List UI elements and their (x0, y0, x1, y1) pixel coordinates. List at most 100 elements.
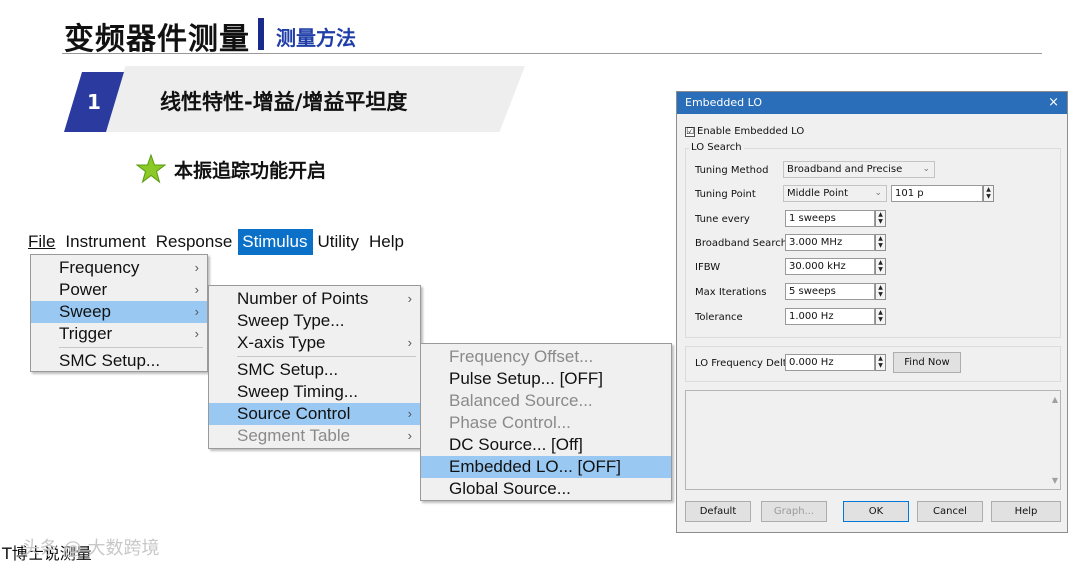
tune-every-label: Tune every (695, 214, 750, 225)
scroll-down-icon[interactable]: ▼ (1052, 476, 1058, 485)
scroll-up-icon[interactable]: ▲ (1052, 395, 1058, 404)
menu-file-label: File (28, 232, 56, 251)
menu-item-number-of-points[interactable]: Number of Points › (209, 288, 420, 310)
spinner-icon[interactable]: ▲ ▼ (875, 283, 886, 300)
stimulus-menu: Frequency › Power › Sweep › Trigger › SMC Se… (30, 254, 208, 372)
menu-item-dc-source[interactable]: DC Source... [Off] (421, 434, 671, 456)
broadband-search-field[interactable]: 3.000 MHz (785, 234, 875, 251)
bullet-line: 本振追踪功能开启 (136, 154, 326, 184)
menu-item-trigger[interactable]: Trigger › (31, 323, 207, 345)
menu-instrument[interactable]: Instrument (61, 229, 151, 255)
menu-response[interactable]: Response (152, 229, 239, 255)
ifbw-label: IFBW (695, 262, 721, 273)
find-now-button[interactable]: Find Now (893, 352, 961, 373)
ok-button[interactable]: OK (843, 501, 909, 522)
menu-help[interactable]: Help (365, 229, 410, 255)
submenu-arrow-icon: › (407, 335, 412, 350)
enable-embedded-lo-label: Enable Embedded LO (697, 126, 805, 137)
watermark-overlay: 头条 @ 大数跨境 (22, 538, 160, 559)
lo-search-label: LO Search (689, 142, 744, 153)
menu-item-power[interactable]: Power › (31, 279, 207, 301)
embedded-lo-dialog: Embedded LO × ☑ Enable Embedded LO LO Se… (676, 91, 1068, 533)
menu-separator (237, 356, 416, 357)
help-button[interactable]: Help (991, 501, 1061, 522)
tolerance-field[interactable]: 1.000 Hz (785, 308, 875, 325)
menu-item-smc-setup[interactable]: SMC Setup... (31, 350, 207, 372)
menu-bar: File Instrument Response Stimulus Utilit… (24, 229, 410, 255)
close-icon[interactable]: × (1048, 92, 1059, 114)
enable-embedded-lo[interactable]: ☑ Enable Embedded LO (685, 126, 804, 137)
slide-title: 变频器件测量 (64, 22, 250, 57)
submenu-arrow-icon: › (407, 291, 412, 306)
tuning-point-count-field[interactable]: 101 p (891, 185, 983, 202)
menu-item-frequency-offset[interactable]: Frequency Offset... (421, 346, 671, 368)
graph-button[interactable]: Graph... (761, 501, 827, 522)
tuning-point-select[interactable]: Middle Point ⌄ (783, 185, 887, 202)
menu-item-label: Number of Points (237, 289, 369, 308)
tune-every-field[interactable]: 1 sweeps (785, 210, 875, 227)
menu-item-label: Segment Table (237, 426, 351, 445)
watermark-prefix: T (2, 544, 12, 563)
menu-utility[interactable]: Utility (313, 229, 365, 255)
menu-item-x-axis-type[interactable]: X-axis Type › (209, 332, 420, 354)
section-banner: 1 线性特性-增益/增益平坦度 (60, 66, 530, 132)
spinner-icon[interactable]: ▲ ▼ (875, 234, 886, 251)
menu-item-frequency[interactable]: Frequency › (31, 257, 207, 279)
menu-item-segment-table[interactable]: Segment Table › (209, 425, 420, 447)
ifbw-field[interactable]: 30.000 kHz (785, 258, 875, 275)
max-iterations-label: Max Iterations (695, 287, 767, 298)
menu-item-label: Power (59, 280, 108, 299)
menu-item-sweep-timing[interactable]: Sweep Timing... (209, 381, 420, 403)
bullet-text: 本振追踪功能开启 (174, 159, 327, 182)
checkbox-icon[interactable]: ☑ (685, 126, 695, 137)
title-divider (258, 18, 264, 50)
chevron-down-icon: ⌄ (874, 188, 882, 198)
cancel-button[interactable]: Cancel (917, 501, 983, 522)
menu-stimulus[interactable]: Stimulus (238, 229, 314, 255)
slide-subtitle: 测量方法 (276, 26, 356, 50)
spinner-icon[interactable]: ▲ ▼ (875, 308, 886, 325)
menu-item-phase-control[interactable]: Phase Control... (421, 412, 671, 434)
dialog-titlebar: Embedded LO × (677, 92, 1067, 114)
submenu-arrow-icon: › (194, 304, 199, 319)
spinner-icon[interactable]: ▲ ▼ (875, 354, 886, 371)
menu-item-pulse-setup[interactable]: Pulse Setup... [OFF] (421, 368, 671, 390)
menu-item-global-source[interactable]: Global Source... (421, 478, 671, 500)
status-text-area[interactable]: ▲ ▼ (685, 390, 1061, 490)
menu-item-embedded-lo[interactable]: Embedded LO... [OFF] (421, 456, 671, 478)
menu-item-label: X-axis Type (237, 333, 326, 352)
menu-item-label: Sweep (59, 302, 111, 321)
menu-item-smc-setup[interactable]: SMC Setup... (209, 359, 420, 381)
submenu-arrow-icon: › (407, 406, 412, 421)
sweep-submenu: Number of Points › Sweep Type... X-axis T… (208, 285, 421, 449)
submenu-arrow-icon: › (194, 260, 199, 275)
spinner-icon[interactable]: ▲ ▼ (983, 185, 994, 202)
menu-item-label: Frequency (59, 258, 140, 277)
menu-separator (59, 347, 203, 348)
tuning-method-label: Tuning Method (695, 165, 769, 176)
menu-item-balanced-source[interactable]: Balanced Source... (421, 390, 671, 412)
spinner-icon[interactable]: ▲ ▼ (875, 210, 886, 227)
tuning-point-label: Tuning Point (695, 189, 756, 200)
max-iterations-field[interactable]: 5 sweeps (785, 283, 875, 300)
menu-file[interactable]: File (24, 229, 61, 255)
tuning-point-value: Middle Point (787, 188, 849, 199)
default-button[interactable]: Default (685, 501, 751, 522)
lo-frequency-delta-field[interactable]: 0.000 Hz (785, 354, 875, 371)
menu-item-label: Sweep Timing... (237, 382, 358, 401)
tuning-method-select[interactable]: Broadband and Precise ⌄ (783, 161, 935, 178)
menu-item-label: SMC Setup... (59, 351, 161, 370)
menu-item-sweep[interactable]: Sweep › (31, 301, 207, 323)
spinner-icon[interactable]: ▲ ▼ (875, 258, 886, 275)
submenu-arrow-icon: › (194, 326, 199, 341)
lo-frequency-delta-label: LO Frequency Delta (695, 358, 793, 369)
menu-item-source-control[interactable]: Source Control › (209, 403, 420, 425)
title-rule (62, 53, 1042, 54)
watermark: T博士说测量 头条 @ 大数跨境 (2, 538, 159, 564)
menu-item-sweep-type[interactable]: Sweep Type... (209, 310, 420, 332)
menu-item-label: Sweep Type... (237, 311, 345, 330)
dialog-title: Embedded LO (685, 96, 763, 109)
star-icon (136, 154, 166, 184)
menu-item-label: Trigger (59, 324, 113, 343)
submenu-arrow-icon: › (407, 428, 412, 443)
